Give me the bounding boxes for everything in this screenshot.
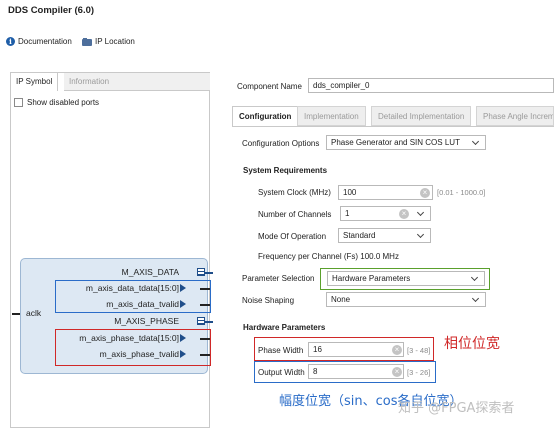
output-arrow-icon — [180, 284, 186, 292]
output-width-value: 8 — [313, 367, 318, 376]
output-pin — [200, 354, 210, 356]
config-options-label: Configuration Options — [242, 139, 320, 148]
system-clock-value: 100 — [343, 188, 357, 197]
component-name-label: Component Name — [237, 82, 302, 91]
num-channels-value: 1 — [345, 209, 350, 218]
ip-location-button[interactable]: IP Location — [82, 37, 135, 46]
component-name-input[interactable]: dds_compiler_0 — [308, 78, 554, 93]
documentation-button[interactable]: i Documentation — [6, 37, 72, 46]
system-clock-input[interactable]: 100 × — [338, 185, 433, 200]
output-width-range: [3 - 26] — [407, 368, 431, 377]
system-clock-label: System Clock (MHz) — [258, 188, 331, 197]
output-arrow-icon — [180, 300, 186, 308]
tab-configuration[interactable]: Configuration — [232, 106, 299, 126]
phase-width-range: [3 - 48] — [407, 346, 431, 355]
mode-of-operation-select[interactable]: Standard — [338, 228, 431, 243]
port-aclk: aclk — [26, 308, 42, 318]
num-channels-label: Number of Channels — [258, 210, 332, 219]
folder-icon — [82, 37, 92, 46]
mode-of-operation-value: Standard — [343, 231, 376, 240]
bus-interface-icon — [197, 268, 205, 276]
output-arrow-icon — [180, 334, 186, 342]
port-m-axis-data-tdata: m_axis_data_tdata[15:0] — [85, 283, 179, 293]
ip-symbol-panel: IP Symbol Information Show disabled port… — [10, 72, 210, 428]
watermark: 知乎 @FPGA探索者 — [398, 401, 515, 416]
clear-icon[interactable]: × — [392, 367, 402, 377]
frequency-per-channel: Frequency per Channel (Fs) 100.0 MHz — [258, 252, 399, 261]
port-m-axis-phase-tdata: m_axis_phase_tdata[15:0] — [79, 333, 179, 343]
hardware-parameters-heading: Hardware Parameters — [243, 323, 326, 332]
parameter-selection-select[interactable]: Hardware Parameters — [327, 271, 485, 286]
ip-location-label: IP Location — [95, 37, 135, 46]
chevron-down-icon — [470, 273, 479, 282]
phase-width-annotation: 相位位宽 — [444, 336, 500, 352]
port-m-axis-phase-tvalid: m_axis_phase_tvalid — [99, 349, 179, 359]
output-pin — [200, 338, 210, 340]
config-options-value: Phase Generator and SIN COS LUT — [331, 138, 460, 147]
tab-ip-symbol[interactable]: IP Symbol — [11, 73, 59, 91]
tab-detailed-implementation[interactable]: Detailed Implementation — [371, 106, 472, 126]
system-requirements-heading: System Requirements — [243, 166, 328, 175]
noise-shaping-value: None — [331, 295, 351, 304]
tab-implementation[interactable]: Implementation — [297, 106, 366, 126]
show-disabled-ports-checkbox[interactable] — [14, 98, 23, 107]
parameter-selection-label: Parameter Selection — [242, 274, 315, 283]
show-disabled-ports-label: Show disabled ports — [27, 98, 100, 107]
mode-of-operation-label: Mode Of Operation — [258, 232, 327, 241]
port-m-axis-data: M_AXIS_DATA — [121, 267, 179, 277]
info-icon: i — [6, 37, 15, 46]
chevron-down-icon — [416, 208, 425, 217]
window-title: DDS Compiler (6.0) — [8, 5, 95, 16]
documentation-label: Documentation — [18, 37, 72, 46]
config-options-select[interactable]: Phase Generator and SIN COS LUT — [326, 135, 486, 150]
tab-phase-angle-increment[interactable]: Phase Angle Increm — [476, 106, 554, 126]
output-arrow-icon — [180, 350, 186, 358]
bus-interface-icon — [197, 317, 205, 325]
noise-shaping-label: Noise Shaping — [242, 296, 295, 305]
tab-bar-filler — [134, 73, 210, 91]
show-disabled-ports-row[interactable]: Show disabled ports — [14, 98, 99, 107]
phase-width-label: Phase Width — [258, 346, 304, 355]
num-channels-select[interactable]: 1 × — [340, 206, 431, 221]
bus-pin — [205, 272, 213, 274]
aclk-pin — [12, 313, 20, 315]
bus-pin — [205, 321, 213, 323]
chevron-down-icon — [471, 294, 480, 303]
phase-width-value: 16 — [313, 345, 322, 354]
phase-width-input[interactable]: 16 × — [308, 342, 404, 357]
clear-icon[interactable]: × — [420, 188, 430, 198]
tab-information[interactable]: Information — [64, 73, 134, 91]
clear-icon[interactable]: × — [392, 345, 402, 355]
port-m-axis-data-tvalid: m_axis_data_tvalid — [106, 299, 179, 309]
output-width-input[interactable]: 8 × — [308, 364, 404, 379]
output-pin — [200, 304, 210, 306]
port-m-axis-phase: M_AXIS_PHASE — [114, 316, 179, 326]
output-width-label: Output Width — [258, 368, 305, 377]
output-pin — [200, 288, 210, 290]
parameter-selection-value: Hardware Parameters — [332, 274, 411, 283]
chevron-down-icon — [471, 137, 480, 146]
clear-icon[interactable]: × — [399, 209, 409, 219]
noise-shaping-select[interactable]: None — [326, 292, 486, 307]
system-clock-range: [0.01 - 1000.0] — [437, 188, 486, 197]
chevron-down-icon — [416, 230, 425, 239]
